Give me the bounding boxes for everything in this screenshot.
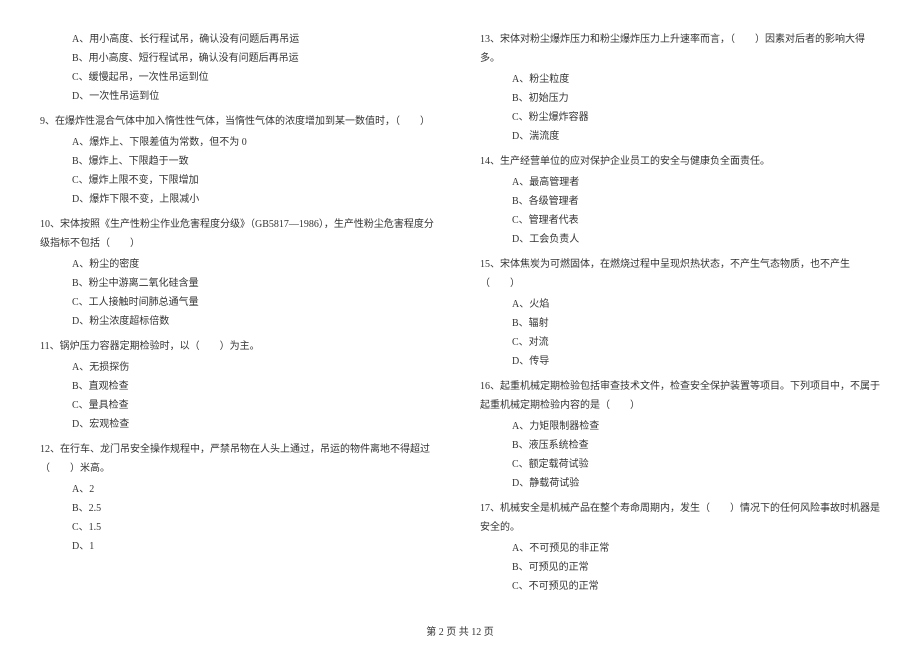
question-17-text: 17、机械安全是机械产品在整个寿命周期内，发生（ ）情况下的任何风险事故时机器是… — [480, 499, 880, 537]
option-12a: A、2 — [40, 480, 440, 499]
option-10c: C、工人接触时间肺总通气量 — [40, 293, 440, 312]
option-13c: C、粉尘爆炸容器 — [480, 108, 880, 127]
question-11: 11、锅炉压力容器定期检验时，以（ ）为主。 A、无损探伤 B、直观检查 C、量… — [40, 337, 440, 434]
page-content: A、用小高度、长行程试吊，确认没有问题后再吊运 B、用小高度、短行程试吊，确认没… — [40, 30, 880, 600]
option-12d: D、1 — [40, 537, 440, 556]
option-17c: C、不可预见的正常 — [480, 577, 880, 596]
option-14d: D、工会负责人 — [480, 230, 880, 249]
option-17a: A、不可预见的非正常 — [480, 539, 880, 558]
question-12-text: 12、在行车、龙门吊安全操作规程中，严禁吊物在人头上通过，吊运的物件离地不得超过… — [40, 440, 440, 478]
option-16b: B、液压系统检查 — [480, 436, 880, 455]
option-11b: B、直观检查 — [40, 377, 440, 396]
option-10b: B、粉尘中游离二氧化硅含量 — [40, 274, 440, 293]
question-10: 10、宋体按照《生产性粉尘作业危害程度分级》（GB5817—1986），生产性粉… — [40, 215, 440, 331]
option-13b: B、初始压力 — [480, 89, 880, 108]
question-16: 16、起重机械定期检验包括审查技术文件，检查安全保护装置等项目。下列项目中，不属… — [480, 377, 880, 493]
option-16a: A、力矩限制器检查 — [480, 417, 880, 436]
question-13-text: 13、宋体对粉尘爆炸压力和粉尘爆炸压力上升速率而言，（ ）因素对后者的影响大得多… — [480, 30, 880, 68]
option-9c: C、爆炸上限不变，下限增加 — [40, 171, 440, 190]
question-15: 15、宋体焦炭为可燃固体，在燃烧过程中呈现炽热状态，不产生气态物质，也不产生（ … — [480, 255, 880, 371]
question-16-text: 16、起重机械定期检验包括审查技术文件，检查安全保护装置等项目。下列项目中，不属… — [480, 377, 880, 415]
option-14c: C、管理者代表 — [480, 211, 880, 230]
option-17b: B、可预见的正常 — [480, 558, 880, 577]
option-15d: D、传导 — [480, 352, 880, 371]
question-17: 17、机械安全是机械产品在整个寿命周期内，发生（ ）情况下的任何风险事故时机器是… — [480, 499, 880, 596]
option-16d: D、静载荷试验 — [480, 474, 880, 493]
question-13: 13、宋体对粉尘爆炸压力和粉尘爆炸压力上升速率而言，（ ）因素对后者的影响大得多… — [480, 30, 880, 146]
option-8d: D、一次性吊运到位 — [40, 87, 440, 106]
question-9-text: 9、在爆炸性混合气体中加入惰性性气体，当惰性气体的浓度增加到某一数值时，（ ） — [40, 112, 440, 131]
question-8-continued: A、用小高度、长行程试吊，确认没有问题后再吊运 B、用小高度、短行程试吊，确认没… — [40, 30, 440, 106]
option-8c: C、缓慢起吊，一次性吊运到位 — [40, 68, 440, 87]
option-9b: B、爆炸上、下限趋于一致 — [40, 152, 440, 171]
option-16c: C、额定载荷试验 — [480, 455, 880, 474]
option-15b: B、辐射 — [480, 314, 880, 333]
option-14b: B、各级管理者 — [480, 192, 880, 211]
question-11-text: 11、锅炉压力容器定期检验时，以（ ）为主。 — [40, 337, 440, 356]
option-11a: A、无损探伤 — [40, 358, 440, 377]
option-12b: B、2.5 — [40, 499, 440, 518]
option-10a: A、粉尘的密度 — [40, 255, 440, 274]
question-14-text: 14、生产经营单位的应对保护企业员工的安全与健康负全面责任。 — [480, 152, 880, 171]
option-11c: C、量具检查 — [40, 396, 440, 415]
page-footer: 第 2 页 共 12 页 — [0, 623, 920, 638]
option-14a: A、最高管理者 — [480, 173, 880, 192]
option-13d: D、湍流度 — [480, 127, 880, 146]
question-12: 12、在行车、龙门吊安全操作规程中，严禁吊物在人头上通过，吊运的物件离地不得超过… — [40, 440, 440, 556]
question-10-text: 10、宋体按照《生产性粉尘作业危害程度分级》（GB5817—1986），生产性粉… — [40, 215, 440, 253]
option-8a: A、用小高度、长行程试吊，确认没有问题后再吊运 — [40, 30, 440, 49]
option-9a: A、爆炸上、下限差值为常数，但不为 0 — [40, 133, 440, 152]
option-8b: B、用小高度、短行程试吊，确认没有问题后再吊运 — [40, 49, 440, 68]
option-15c: C、对流 — [480, 333, 880, 352]
question-14: 14、生产经营单位的应对保护企业员工的安全与健康负全面责任。 A、最高管理者 B… — [480, 152, 880, 249]
option-15a: A、火焰 — [480, 295, 880, 314]
question-15-text: 15、宋体焦炭为可燃固体，在燃烧过程中呈现炽热状态，不产生气态物质，也不产生（ … — [480, 255, 880, 293]
option-9d: D、爆炸下限不变，上限减小 — [40, 190, 440, 209]
option-10d: D、粉尘浓度超标倍数 — [40, 312, 440, 331]
option-12c: C、1.5 — [40, 518, 440, 537]
option-13a: A、粉尘粒度 — [480, 70, 880, 89]
option-11d: D、宏观检查 — [40, 415, 440, 434]
question-9: 9、在爆炸性混合气体中加入惰性性气体，当惰性气体的浓度增加到某一数值时，（ ） … — [40, 112, 440, 209]
